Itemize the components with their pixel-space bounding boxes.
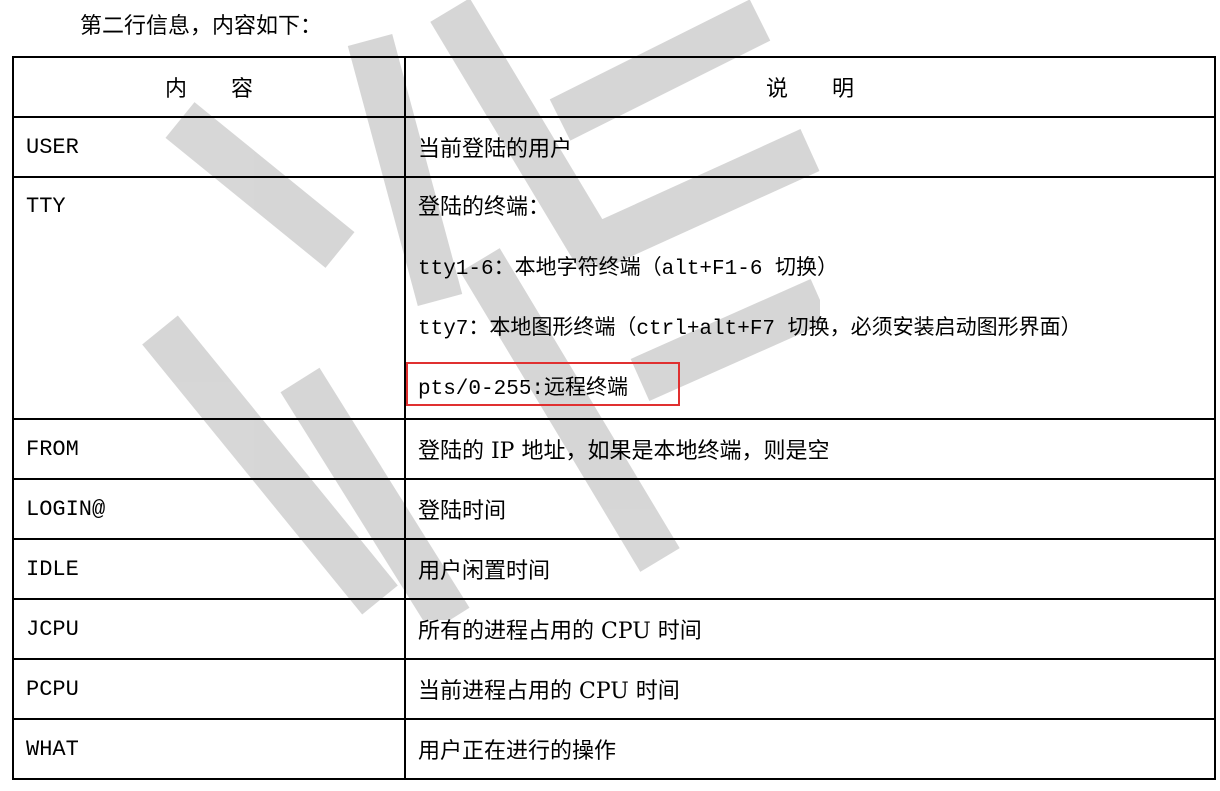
info-table: 内 容 说 明 USER 当前登陆的用户 TTY 登陆的终端： tty1-6：本… — [12, 56, 1216, 780]
table-row: USER 当前登陆的用户 — [12, 116, 1216, 178]
tty-line: 登陆的终端： — [418, 195, 551, 220]
row-name: IDLE — [12, 538, 406, 600]
row-name: USER — [12, 116, 406, 178]
row-name: TTY — [12, 176, 406, 420]
tty-line-text: tty7：本地图形终端（ctrl+alt+F7 切换，必须安装启动图形界面） — [418, 318, 1082, 341]
table-row: LOGIN@ 登陆时间 — [12, 478, 1216, 540]
tty-line: tty7：本地图形终端（ctrl+alt+F7 切换，必须安装启动图形界面） — [418, 298, 1202, 358]
row-desc: 当前进程占用的 CPU 时间 — [404, 658, 1216, 720]
row-desc: 登陆时间 — [404, 478, 1216, 540]
table-row: WHAT 用户正在进行的操作 — [12, 718, 1216, 780]
header-description: 说 明 — [404, 56, 1216, 118]
table-header-row: 内 容 说 明 — [12, 56, 1216, 118]
row-name: FROM — [12, 418, 406, 480]
row-name: LOGIN@ — [12, 478, 406, 540]
tty-line-text: tty1-6：本地字符终端（alt+F1-6 切换） — [418, 258, 839, 281]
row-name: PCPU — [12, 658, 406, 720]
tty-line: tty1-6：本地字符终端（alt+F1-6 切换） — [418, 238, 1202, 298]
header-content: 内 容 — [12, 56, 406, 118]
table-row: JCPU 所有的进程占用的 CPU 时间 — [12, 598, 1216, 660]
row-desc: 用户闲置时间 — [404, 538, 1216, 600]
tty-line-highlighted: pts/0-255:远程终端 — [406, 358, 1202, 418]
table-row: IDLE 用户闲置时间 — [12, 538, 1216, 600]
tty-line-text: pts/0-255:远程终端 — [418, 378, 629, 401]
row-name: WHAT — [12, 718, 406, 780]
row-desc: 当前登陆的用户 — [404, 116, 1216, 178]
row-name: JCPU — [12, 598, 406, 660]
row-desc: 用户正在进行的操作 — [404, 718, 1216, 780]
intro-text: 第二行信息，内容如下： — [80, 14, 323, 39]
row-desc-tty: 登陆的终端： tty1-6：本地字符终端（alt+F1-6 切换） tty7：本… — [404, 176, 1216, 420]
table-row: FROM 登陆的 IP 地址，如果是本地终端，则是空 — [12, 418, 1216, 480]
table-row: PCPU 当前进程占用的 CPU 时间 — [12, 658, 1216, 720]
row-desc: 所有的进程占用的 CPU 时间 — [404, 598, 1216, 660]
table-row-tty: TTY 登陆的终端： tty1-6：本地字符终端（alt+F1-6 切换） tt… — [12, 176, 1216, 420]
row-desc: 登陆的 IP 地址，如果是本地终端，则是空 — [404, 418, 1216, 480]
